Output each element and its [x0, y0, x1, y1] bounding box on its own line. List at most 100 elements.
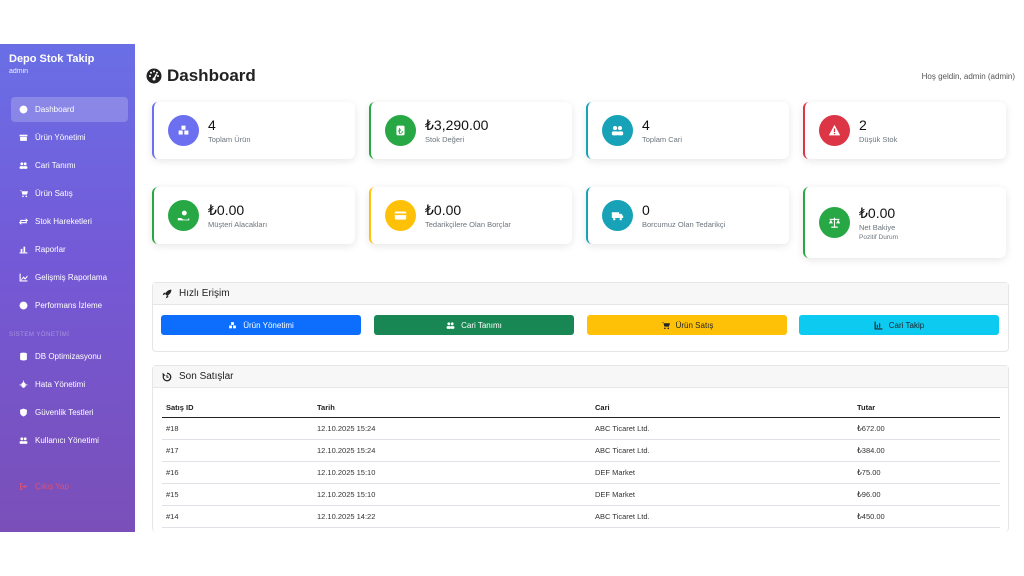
logout-icon — [11, 482, 35, 491]
sidebar-item-error-management[interactable]: Hata Yönetimi — [11, 372, 128, 397]
recent-sales-panel: Son Satışlar Satış ID Tarih Cari Tutar #… — [152, 365, 1009, 532]
stat-card-customer-receivables: ₺0.00 Müşteri Alacakları — [152, 187, 355, 244]
stat-label: Stok Değeri — [425, 135, 465, 144]
sidebar-item-label: Performans İzleme — [35, 301, 103, 310]
column-header: Cari — [591, 398, 853, 418]
sale-customer: ABC Ticaret Ltd. — [591, 417, 853, 440]
sidebar-item-label: Stok Hareketleri — [35, 217, 92, 226]
stat-value: ₺3,290.00 — [425, 117, 489, 133]
sidebar-section-label: SİSTEM YÖNETİMİ — [9, 332, 70, 338]
users-icon — [11, 161, 35, 170]
stat-label: Borcumuz Olan Tedarikçi — [642, 220, 726, 229]
warning-icon — [819, 115, 850, 146]
quick-account-tracking-label: Cari Takip — [888, 320, 925, 330]
sidebar-item-user-management[interactable]: Kullanıcı Yönetimi — [11, 428, 128, 453]
sidebar-item-label: Hata Yönetimi — [35, 380, 86, 389]
page-title-text: Dashboard — [167, 66, 256, 85]
sale-amount: ₺96.00 — [853, 483, 1000, 506]
welcome-text: Hoş geldin, admin (admin) — [921, 72, 1015, 81]
history-icon — [162, 372, 172, 381]
column-header: Satış ID — [162, 398, 313, 418]
sidebar-item-label: Gelişmiş Raporlama — [35, 273, 108, 282]
stat-value: ₺0.00 — [859, 204, 896, 221]
chart-bar-icon — [11, 245, 35, 254]
truck-icon — [602, 200, 633, 231]
tachometer-icon — [146, 68, 162, 84]
sidebar-item-label: Kullanıcı Yönetimi — [35, 436, 99, 445]
sidebar-item-db-optimization[interactable]: DB Optimizasyonu — [11, 344, 128, 369]
quick-customers-button[interactable]: Cari Tanımı — [374, 315, 574, 335]
stat-card-stock-value: ₺ ₺3,290.00 Stok Değeri — [369, 102, 572, 159]
stat-label: Net Bakiye — [859, 222, 896, 232]
table-row[interactable]: #14 12.10.2025 14:22 ABC Ticaret Ltd. ₺4… — [162, 505, 1000, 528]
table-row[interactable]: #17 12.10.2025 15:24 ABC Ticaret Ltd. ₺3… — [162, 439, 1000, 462]
sidebar-item-stock-movements[interactable]: Stok Hareketleri — [11, 209, 128, 234]
sidebar-item-label: DB Optimizasyonu — [35, 352, 102, 361]
boxes-icon — [168, 115, 199, 146]
table-row[interactable]: #16 12.10.2025 15:10 DEF Market ₺75.00 — [162, 461, 1000, 484]
page-title: Dashboard — [146, 66, 256, 86]
sale-date: 12.10.2025 15:10 — [313, 461, 591, 484]
sidebar-item-products[interactable]: Ürün Yönetimi — [11, 125, 128, 150]
sidebar-item-security-tests[interactable]: Güvenlik Testleri — [11, 400, 128, 425]
chart-line-icon — [874, 321, 883, 329]
sale-customer: DEF Market — [591, 461, 853, 484]
logout-button[interactable]: Çıkış Yap — [11, 474, 128, 499]
sale-customer: DEF Market — [591, 483, 853, 506]
sidebar-item-dashboard[interactable]: Dashboard — [11, 97, 128, 122]
current-user: admin — [9, 68, 29, 75]
exchange-icon — [11, 217, 35, 226]
quick-products-button[interactable]: Ürün Yönetimi — [161, 315, 361, 335]
sidebar-item-label: Güvenlik Testleri — [35, 408, 94, 417]
stat-value: ₺0.00 — [208, 202, 245, 218]
logout-label: Çıkış Yap — [35, 482, 69, 491]
recent-sales-table: Satış ID Tarih Cari Tutar #18 12.10.2025… — [162, 398, 1000, 528]
sale-date: 12.10.2025 15:10 — [313, 483, 591, 506]
sidebar-item-performance[interactable]: Performans İzleme — [11, 293, 128, 318]
table-row[interactable]: #18 12.10.2025 15:24 ABC Ticaret Ltd. ₺6… — [162, 417, 1000, 440]
sale-date: 12.10.2025 14:22 — [313, 505, 591, 528]
stat-value: 4 — [642, 117, 650, 133]
quick-access-title: Hızlı Erişim — [179, 288, 230, 299]
sidebar-item-sales[interactable]: Ürün Satış — [11, 181, 128, 206]
quick-customers-label: Cari Tanımı — [461, 320, 502, 330]
table-row[interactable]: #15 12.10.2025 15:10 DEF Market ₺96.00 — [162, 483, 1000, 506]
sale-id: #16 — [162, 461, 313, 484]
sidebar-item-label: Ürün Yönetimi — [35, 133, 86, 142]
sidebar-item-reports[interactable]: Raporlar — [11, 237, 128, 262]
rocket-icon — [162, 289, 172, 298]
stat-value: 4 — [208, 117, 216, 133]
cart-icon — [11, 189, 35, 198]
stat-value: 2 — [859, 117, 867, 133]
quick-access-header: Hızlı Erişim — [153, 283, 1008, 305]
cart-icon — [661, 321, 670, 329]
stat-value: 0 — [642, 202, 650, 218]
quick-account-tracking-button[interactable]: Cari Takip — [799, 315, 999, 335]
quick-sales-button[interactable]: Ürün Satış — [587, 315, 787, 335]
stat-label: Toplam Ürün — [208, 135, 251, 144]
sidebar-item-label: Ürün Satış — [35, 189, 73, 198]
stat-value: ₺0.00 — [425, 202, 462, 218]
boxes-icon — [229, 321, 237, 328]
sidebar-item-advanced-reports[interactable]: Gelişmiş Raporlama — [11, 265, 128, 290]
sidebar-item-customers[interactable]: Cari Tanımı — [11, 153, 128, 178]
stat-label: Düşük Stok — [859, 135, 898, 144]
sale-id: #18 — [162, 417, 313, 440]
sale-amount: ₺450.00 — [853, 505, 1000, 528]
sale-id: #15 — [162, 483, 313, 506]
sale-customer: ABC Ticaret Ltd. — [591, 439, 853, 462]
sidebar-item-label: Raporlar — [35, 245, 66, 254]
quick-access-panel: Hızlı Erişim Ürün Yönetimi Cari Tanımı Ü… — [152, 282, 1009, 352]
stat-label: Müşteri Alacakları — [208, 220, 268, 229]
lira-icon: ₺ — [385, 115, 416, 146]
sale-date: 12.10.2025 15:24 — [313, 439, 591, 462]
column-header: Tarih — [313, 398, 591, 418]
sale-amount: ₺75.00 — [853, 461, 1000, 484]
users-cog-icon — [11, 436, 35, 445]
stat-sublabel: Pozitif Durum — [859, 233, 899, 241]
box-icon — [11, 133, 35, 142]
sale-id: #17 — [162, 439, 313, 462]
balance-scale-icon — [819, 207, 850, 238]
stat-card-total-customers: 4 Toplam Cari — [586, 102, 789, 159]
sale-date: 12.10.2025 15:24 — [313, 417, 591, 440]
